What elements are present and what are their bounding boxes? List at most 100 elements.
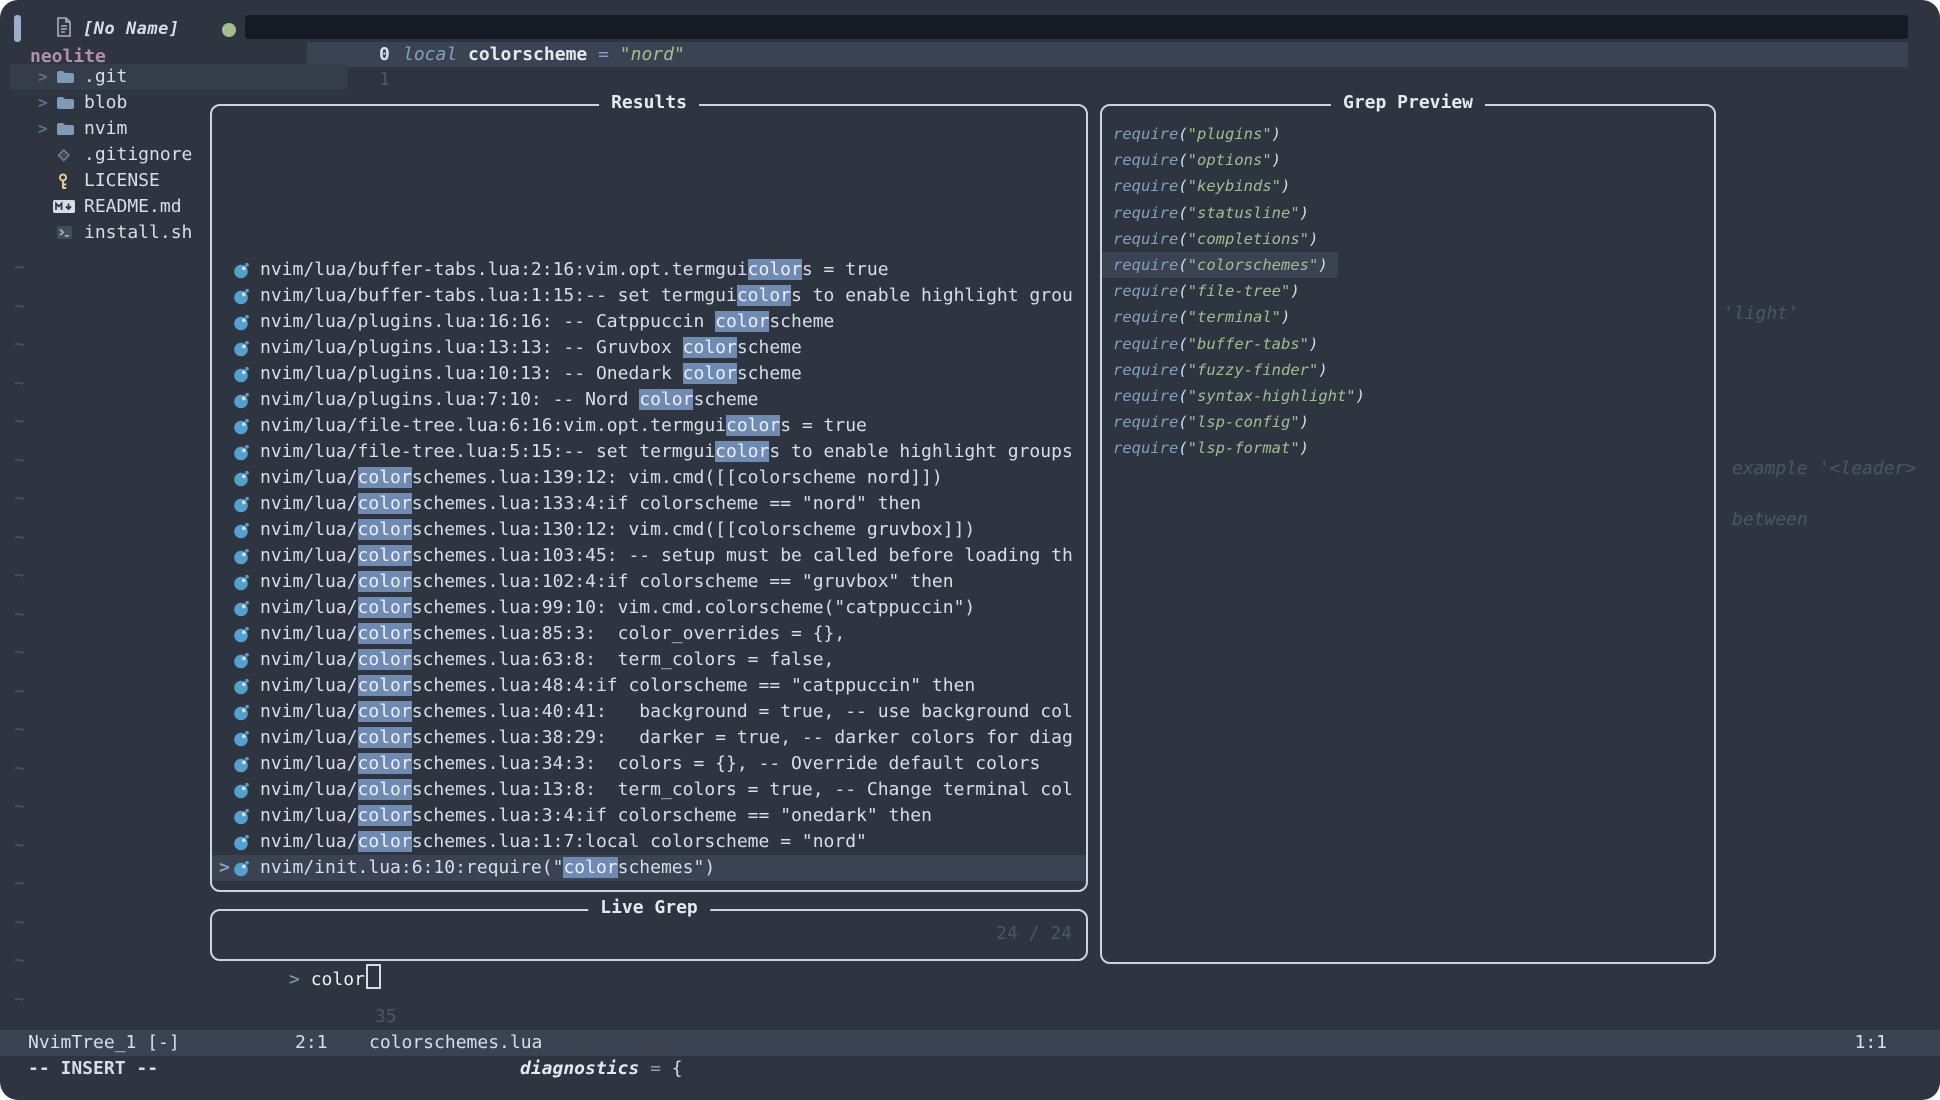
grep-result-row[interactable]: >nvim/lua/colorschemes.lua:99:10: vim.cm… <box>212 595 1086 621</box>
code-token: "options" <box>1188 151 1272 169</box>
result-match-highlight: color <box>358 623 412 644</box>
buffer-tab[interactable]: [No Name] <box>56 14 180 44</box>
grep-result-row[interactable]: >nvim/lua/plugins.lua:16:16: -- Catppucc… <box>212 309 1086 335</box>
code-token <box>457 44 468 65</box>
filetree-item-git[interactable]: >.git <box>10 64 347 90</box>
result-text-pre: nvim/lua/ <box>260 753 358 774</box>
result-counter: 24 / 24 <box>996 911 1072 957</box>
lua-file-icon <box>233 469 250 491</box>
tilde-marker: ~ <box>14 566 25 586</box>
filetree-item-label: .gitignore <box>84 142 192 168</box>
live-grep-input[interactable]: > color <box>224 911 381 1049</box>
folder-icon <box>56 95 75 111</box>
grep-result-row[interactable]: >nvim/lua/buffer-tabs.lua:1:15:-- set te… <box>212 283 1086 309</box>
grep-result-row[interactable]: >nvim/lua/colorschemes.lua:34:3: colors … <box>212 751 1086 777</box>
result-text-post: schemes.lua:34:3: colors = {}, -- Overri… <box>412 753 1041 774</box>
grep-result-row[interactable]: >nvim/lua/colorschemes.lua:139:12: vim.c… <box>212 465 1086 491</box>
code-token: ) <box>1281 177 1290 195</box>
result-text-pre: nvim/lua/ <box>260 519 358 540</box>
grep-result-row[interactable]: >nvim/lua/colorschemes.lua:85:3: color_o… <box>212 621 1086 647</box>
result-match-highlight: color <box>563 857 617 878</box>
code-token: "lsp-format" <box>1188 439 1300 457</box>
grep-result-row[interactable]: >nvim/lua/colorschemes.lua:40:41: backgr… <box>212 699 1086 725</box>
code-token: "keybinds" <box>1188 177 1281 195</box>
prompt-caret: > <box>289 969 311 990</box>
result-text-post: schemes.lua:85:3: color_overrides = {}, <box>412 623 845 644</box>
code-token: ) <box>1318 361 1327 379</box>
chevron-right-icon[interactable]: > <box>38 64 48 90</box>
grep-result-row[interactable]: >nvim/lua/file-tree.lua:5:15:-- set term… <box>212 439 1086 465</box>
buffer-line-35: 35 -- Plugins Config -- <box>0 978 43 1004</box>
result-match-highlight: color <box>683 363 737 384</box>
grep-result-row[interactable]: >nvim/lua/colorschemes.lua:63:8: term_co… <box>212 647 1086 673</box>
line-number-1: 1 <box>379 67 390 92</box>
grep-result-row[interactable]: >nvim/lua/file-tree.lua:6:16:vim.opt.ter… <box>212 413 1086 439</box>
chevron-right-icon[interactable]: > <box>38 90 48 116</box>
grep-preview-title: Grep Preview <box>1331 92 1485 113</box>
grep-result-row[interactable]: >nvim/lua/colorschemes.lua:3:4:if colors… <box>212 803 1086 829</box>
result-match-highlight: color <box>358 519 412 540</box>
code-token: "colorschemes" <box>1188 256 1319 274</box>
tilde-marker: ~ <box>14 412 25 432</box>
grep-result-row[interactable]: >nvim/lua/colorschemes.lua:130:12: vim.c… <box>212 517 1086 543</box>
result-match-highlight: color <box>358 727 412 748</box>
grep-result-row[interactable]: >nvim/lua/colorschemes.lua:38:29: darker… <box>212 725 1086 751</box>
result-text-post: schemes.lua:103:45: -- setup must be cal… <box>412 545 1073 566</box>
code-token: = <box>650 1058 661 1079</box>
code-token: ( <box>1178 177 1187 195</box>
code-token: ) <box>1300 204 1309 222</box>
filetree-item-label: blob <box>84 90 127 116</box>
grep-result-row[interactable]: >nvim/lua/colorschemes.lua:133:4:if colo… <box>212 491 1086 517</box>
code-token: require <box>1113 151 1178 169</box>
result-text-post: schemes.lua:139:12: vim.cmd([[colorschem… <box>412 467 943 488</box>
statusline-cursor-position: 2:1 <box>295 1030 328 1056</box>
code-token: "statusline" <box>1188 204 1300 222</box>
code-token: ( <box>1178 335 1187 353</box>
tilde-marker: ~ <box>14 528 25 548</box>
tilde-marker: ~ <box>14 759 25 779</box>
lua-file-icon <box>233 755 250 777</box>
mode-indicator: -- INSERT -- <box>28 1056 158 1082</box>
editor-cursorline[interactable]: 0 local colorscheme = "nord" <box>307 42 1908 67</box>
grep-result-row[interactable]: >nvim/lua/buffer-tabs.lua:2:16:vim.opt.t… <box>212 257 1086 283</box>
code-token: ( <box>1178 230 1187 248</box>
result-match-highlight: color <box>358 701 412 722</box>
result-text-post: scheme <box>769 311 834 332</box>
code-token: require <box>1113 256 1178 274</box>
grep-result-row[interactable]: >nvim/lua/colorschemes.lua:48:4:if color… <box>212 673 1086 699</box>
preview-code-line: require("terminal") <box>1113 304 1712 330</box>
code-token: require <box>1113 413 1178 431</box>
grep-result-row[interactable]: >nvim/lua/plugins.lua:13:13: -- Gruvbox … <box>212 335 1086 361</box>
tilde-marker: ~ <box>14 720 25 740</box>
chevron-right-icon[interactable]: > <box>38 116 48 142</box>
code-token: colorscheme <box>468 44 587 65</box>
grep-result-row[interactable]: >nvim/lua/colorschemes.lua:1:7:local col… <box>212 829 1086 855</box>
tilde-marker: ~ <box>14 836 25 856</box>
grep-result-row[interactable]: >nvim/lua/plugins.lua:10:13: -- Onedark … <box>212 361 1086 387</box>
result-text-post: schemes.lua:13:8: term_colors = true, --… <box>412 779 1073 800</box>
grep-result-row[interactable]: >nvim/lua/plugins.lua:7:10: -- Nord colo… <box>212 387 1086 413</box>
result-match-highlight: color <box>358 571 412 592</box>
result-match-highlight: color <box>358 831 412 852</box>
result-match-highlight: color <box>748 259 802 280</box>
code-token: ) <box>1300 413 1309 431</box>
statusline: NvimTree_1 [-] 2:1 colorschemes.lua 1:1 <box>0 1030 1940 1056</box>
result-text-pre: nvim/lua/ <box>260 675 358 696</box>
lua-file-icon <box>233 807 250 829</box>
code-token: "plugins" <box>1188 125 1272 143</box>
tabline-fill <box>245 15 1908 39</box>
filetree-item-label: nvim <box>84 116 127 142</box>
lua-file-icon <box>233 339 250 361</box>
grep-result-row[interactable]: >nvim/lua/colorschemes.lua:103:45: -- se… <box>212 543 1086 569</box>
tilde-marker: ~ <box>14 489 25 509</box>
lua-file-icon <box>233 651 250 673</box>
tilde-marker: ~ <box>14 874 25 894</box>
code-token: "file-tree" <box>1188 282 1291 300</box>
lua-file-icon <box>233 781 250 803</box>
key-icon <box>56 173 70 190</box>
result-text-post: schemes.lua:40:41: background = true, --… <box>412 701 1073 722</box>
grep-result-row[interactable]: >nvim/init.lua:6:10:require("colorscheme… <box>212 855 1086 881</box>
grep-result-row[interactable]: >nvim/lua/colorschemes.lua:102:4:if colo… <box>212 569 1086 595</box>
grep-result-row[interactable]: >nvim/lua/colorschemes.lua:13:8: term_co… <box>212 777 1086 803</box>
result-text-pre: nvim/lua/ <box>260 701 358 722</box>
